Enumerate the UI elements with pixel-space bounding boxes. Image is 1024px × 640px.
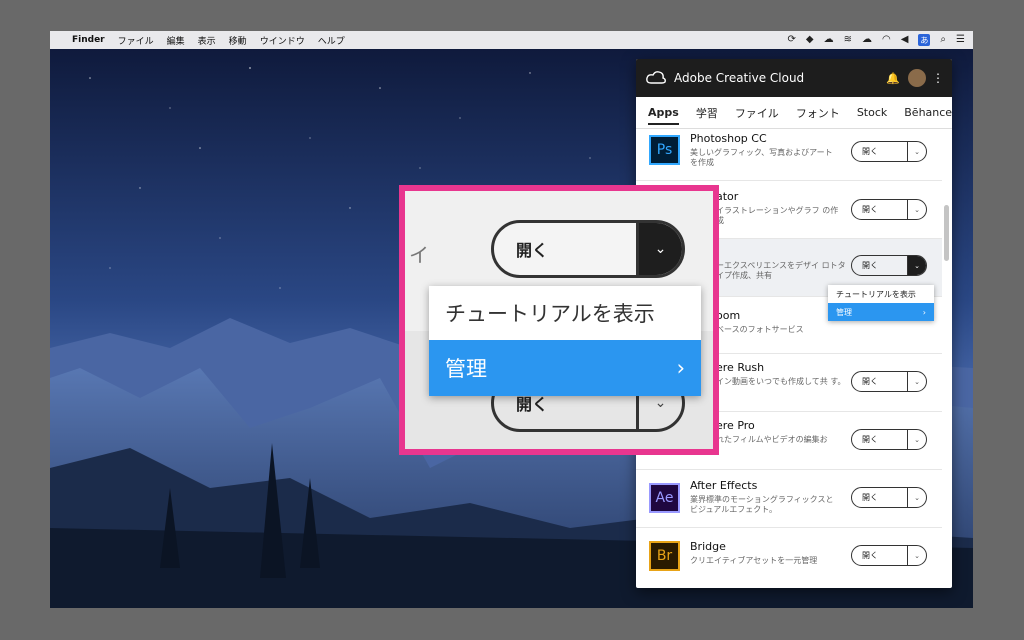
- after-effects-logo-icon: Ae: [649, 483, 680, 513]
- wifi-icon[interactable]: ◠: [882, 31, 891, 49]
- tab-files[interactable]: ファイル: [735, 105, 779, 121]
- chevron-down-icon[interactable]: ⌄: [636, 223, 682, 275]
- chevron-down-icon[interactable]: ⌄: [907, 256, 926, 275]
- zoom-open-button[interactable]: 開く ⌄: [491, 220, 685, 278]
- menu-window[interactable]: ウインドウ: [260, 34, 305, 47]
- app-name: Photoshop CC: [690, 132, 767, 145]
- cc-tab-bar: Apps 学習 ファイル フォント Stock Bēhance: [636, 97, 952, 129]
- open-button[interactable]: 開く ⌄: [851, 255, 927, 276]
- menu-finder[interactable]: Finder: [72, 35, 105, 45]
- open-button-label: 開く: [862, 147, 878, 156]
- zoom-menu-item-tutorial[interactable]: チュートリアルを表示: [429, 286, 701, 340]
- list-item: Ae After Effects 業界標準のモーショングラフィックスとビジュアル…: [636, 470, 942, 528]
- open-button[interactable]: 開く ⌄: [851, 199, 927, 220]
- chevron-down-icon[interactable]: ⌄: [907, 488, 926, 507]
- scrollbar[interactable]: [944, 205, 949, 261]
- open-button-label: 開く: [862, 435, 878, 444]
- app-description: ーエクスペリエンスをデザイ ロトタイプ作成、共有: [716, 261, 846, 280]
- app-description: れたフィルムやビデオの編集お: [716, 435, 828, 444]
- chevron-down-icon[interactable]: ⌄: [907, 372, 926, 391]
- app-description: イン動画をいつでも作成して共 す。: [716, 377, 846, 386]
- app-name: ere Rush: [716, 361, 765, 374]
- app-description: クリエイティブアセットを一元管理: [690, 556, 818, 565]
- open-button[interactable]: 開く ⌄: [851, 429, 927, 450]
- bell-icon[interactable]: 🔔: [886, 72, 900, 85]
- open-button-label: 開く: [862, 551, 878, 560]
- app-description: 業界標準のモーショングラフィックスとビジュアルエフェクト。: [690, 495, 834, 514]
- tab-behance[interactable]: Bēhance: [904, 106, 952, 119]
- menu-bar: Finder ファイル 編集 表示 移動 ウインドウ ヘルプ ⟳ ◆ ☁ ≋ ☁…: [50, 31, 973, 49]
- cc-header: Adobe Creative Cloud 🔔 ⋮: [636, 59, 952, 97]
- creative-cloud-icon[interactable]: ☁: [824, 31, 834, 49]
- list-item: Ps Photoshop CC 美しいグラフィック、写真およびアートを作成 開く…: [636, 129, 942, 181]
- app-name: ator: [716, 190, 739, 203]
- open-button[interactable]: 開く ⌄: [851, 141, 927, 162]
- open-button[interactable]: 開く ⌄: [851, 371, 927, 392]
- tab-fonts[interactable]: フォント: [796, 105, 840, 121]
- search-icon[interactable]: ⌕: [940, 31, 946, 49]
- wifi-tower-icon[interactable]: ≋: [844, 31, 852, 49]
- bridge-logo-icon: Br: [649, 541, 680, 571]
- zoom-menu-item-manage[interactable]: 管理 ›: [429, 340, 701, 396]
- sync-icon[interactable]: ⟳: [788, 31, 796, 49]
- app-name: Bridge: [690, 540, 726, 553]
- menu-view[interactable]: 表示: [198, 34, 216, 47]
- zoom-open-button-label: 開く: [516, 241, 549, 260]
- tab-stock[interactable]: Stock: [857, 106, 887, 119]
- cloud-upload-icon[interactable]: ☁: [862, 31, 872, 49]
- list-icon[interactable]: ☰: [956, 31, 965, 49]
- menu-item-manage[interactable]: 管理 ›: [828, 303, 934, 321]
- volume-icon[interactable]: ◀: [901, 31, 909, 49]
- tab-learn[interactable]: 学習: [696, 105, 718, 121]
- app-name: ere Pro: [716, 419, 755, 432]
- open-button-label: 開く: [862, 205, 878, 214]
- tab-apps[interactable]: Apps: [648, 106, 679, 125]
- chevron-right-icon: ›: [922, 307, 926, 317]
- screenshot-frame: Finder ファイル 編集 表示 移動 ウインドウ ヘルプ ⟳ ◆ ☁ ≋ ☁…: [50, 31, 973, 608]
- zoom-truncated-text: イ: [409, 243, 429, 267]
- chevron-down-icon[interactable]: ⌄: [907, 200, 926, 219]
- zoom-dropdown-menu: チュートリアルを表示 管理 ›: [429, 286, 701, 396]
- app-name: After Effects: [690, 479, 758, 492]
- app-description: イラストレーションやグラフ の作成: [716, 206, 839, 225]
- photoshop-logo-icon: Ps: [649, 135, 680, 165]
- app-description: ベースのフォトサービス: [716, 325, 804, 334]
- open-button-label: 開く: [862, 493, 878, 502]
- input-method-indicator[interactable]: あ: [918, 34, 931, 46]
- app-dropdown-menu: チュートリアルを表示 管理 ›: [828, 285, 934, 321]
- list-item: Br Bridge クリエイティブアセットを一元管理 開く ⌄: [636, 528, 942, 588]
- chevron-down-icon[interactable]: ⌄: [907, 430, 926, 449]
- creative-cloud-logo-icon: [646, 71, 666, 84]
- chevron-right-icon: ›: [676, 356, 685, 380]
- app-description: 美しいグラフィック、写真およびアートを作成: [690, 148, 833, 167]
- app-name: oom: [716, 309, 741, 322]
- zoom-menu-item-manage-label: 管理: [445, 357, 487, 381]
- cc-title: Adobe Creative Cloud: [674, 71, 805, 85]
- menu-help[interactable]: ヘルプ: [318, 34, 345, 47]
- menu-file[interactable]: ファイル: [118, 34, 154, 47]
- menu-item-manage-label: 管理: [836, 307, 852, 317]
- menu-go[interactable]: 移動: [229, 34, 247, 47]
- dropbox-icon[interactable]: ◆: [806, 31, 814, 49]
- chevron-down-icon[interactable]: ⌄: [907, 142, 926, 161]
- avatar[interactable]: [908, 69, 926, 87]
- zoom-callout: イ 開く ⌄ 開く ⌄ チュートリアルを表示 管理 ›: [399, 185, 719, 455]
- more-vertical-icon[interactable]: ⋮: [932, 71, 944, 85]
- chevron-down-icon[interactable]: ⌄: [907, 546, 926, 565]
- menu-edit[interactable]: 編集: [167, 34, 185, 47]
- open-button-label: 開く: [862, 261, 878, 270]
- open-button-label: 開く: [862, 377, 878, 386]
- open-button[interactable]: 開く ⌄: [851, 545, 927, 566]
- open-button[interactable]: 開く ⌄: [851, 487, 927, 508]
- menu-item-tutorial[interactable]: チュートリアルを表示: [828, 285, 934, 303]
